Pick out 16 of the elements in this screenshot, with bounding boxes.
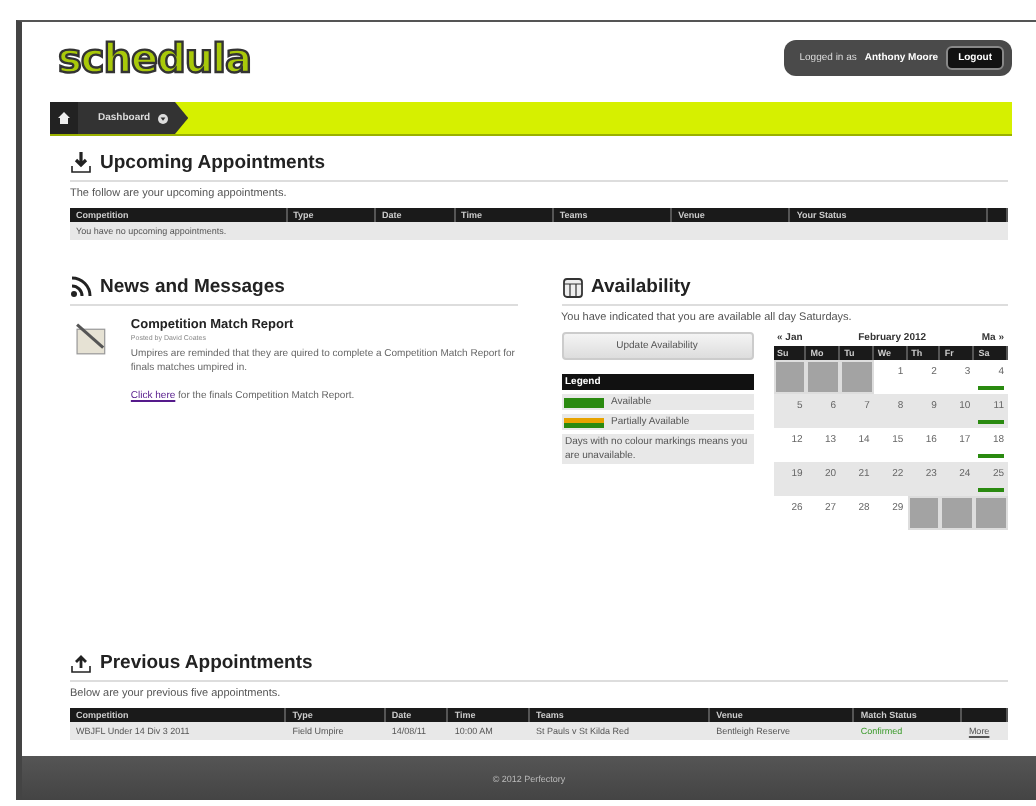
section-title: Availability (591, 276, 691, 298)
column-header (988, 208, 1008, 222)
column-header (962, 708, 1008, 722)
download-icon (70, 152, 92, 174)
section-title: Previous Appointments (100, 652, 313, 674)
caret-icon (158, 113, 169, 123)
legend-swatch (563, 397, 603, 407)
section-title: News and Messages (100, 276, 285, 298)
calendar-icon (561, 276, 583, 298)
legend-swatch (563, 417, 603, 427)
section-title: Upcoming Appointments (100, 152, 326, 174)
home-icon (58, 112, 70, 124)
home-button[interactable] (50, 102, 78, 134)
rss-icon (70, 276, 92, 298)
logo: schedula (58, 34, 251, 82)
upload-icon (70, 652, 92, 674)
